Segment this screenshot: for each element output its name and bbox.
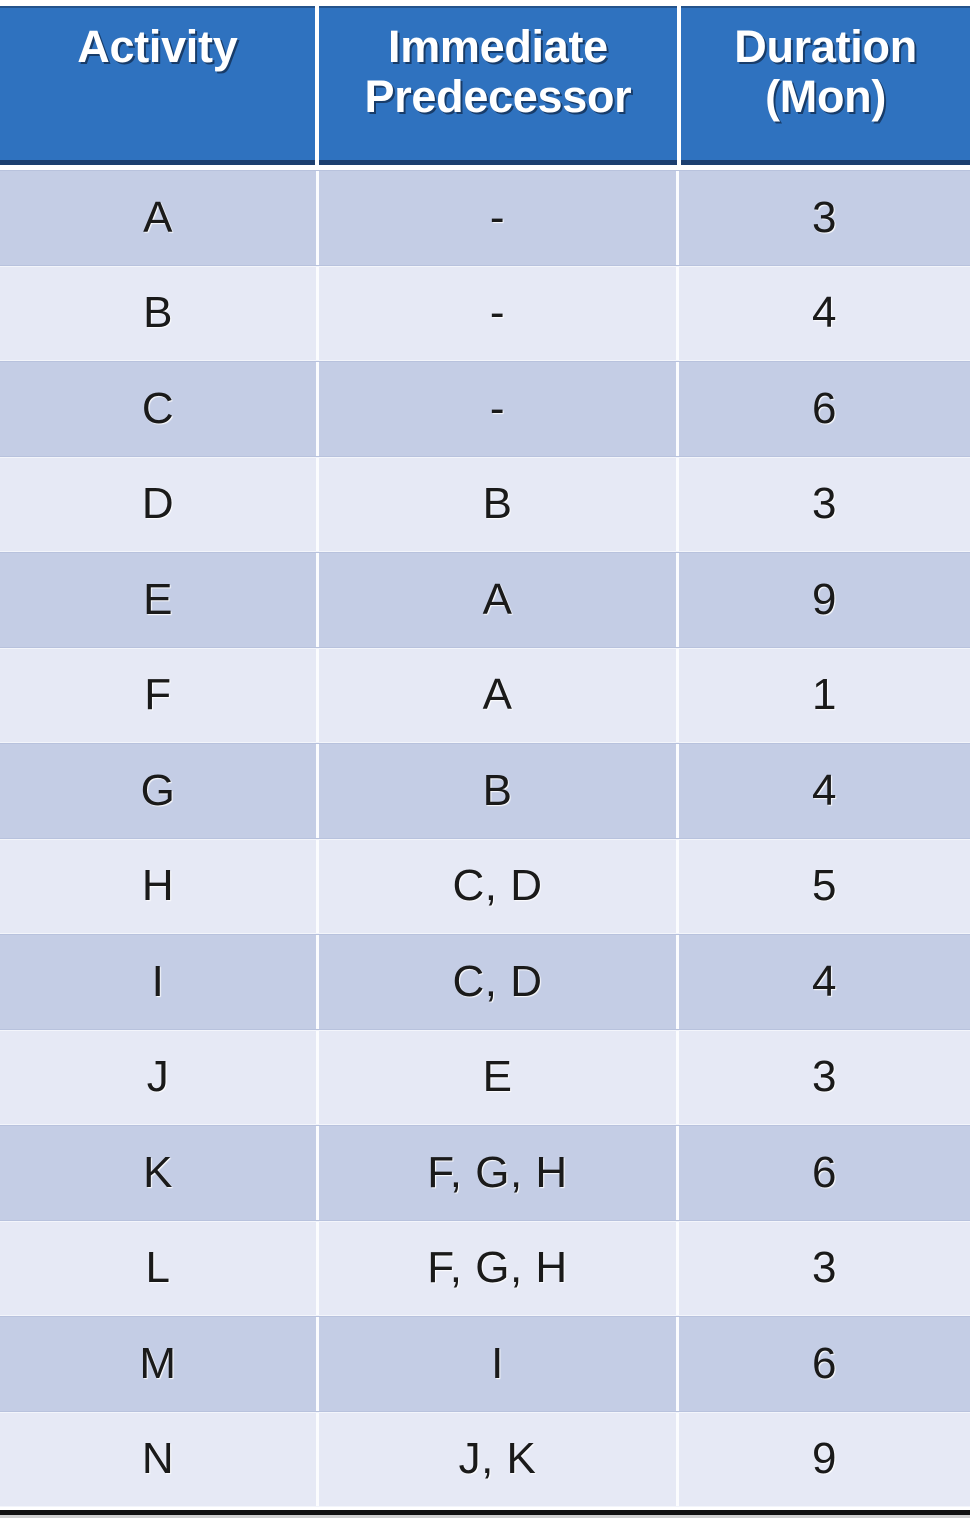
cell-duration: 4 — [676, 935, 970, 1029]
column-header-activity-label: Activity — [77, 21, 238, 72]
cell-duration: 3 — [676, 1030, 970, 1124]
table-row: MI6 — [0, 1316, 970, 1412]
table-row: A-3 — [0, 170, 970, 266]
table-row: L F, G, H3 — [0, 1220, 970, 1316]
table-row: FA1 — [0, 647, 970, 743]
table-row: C-6 — [0, 361, 970, 457]
cell-immediate-predecessor: F, G, H — [316, 1221, 676, 1315]
table-row: H C, D5 — [0, 838, 970, 934]
cell-immediate-predecessor: F, G, H — [316, 1126, 676, 1220]
table-row: K F, G, H6 — [0, 1125, 970, 1221]
cell-immediate-predecessor: - — [316, 266, 676, 360]
cell-activity: L — [0, 1221, 316, 1315]
table-body: A -3 B -4 C -6 D B 3 E A 9 F A 1 G B 4 H C, D 5 I C, D 4 J E 3 K F, … — [0, 170, 970, 1507]
cell-immediate-predecessor: B — [316, 744, 676, 838]
activity-table: Activity Immediate Predecessor Duration … — [0, 0, 970, 1530]
cell-immediate-predecessor: A — [316, 553, 676, 647]
table-row: EA9 — [0, 552, 970, 648]
table-bottom-rule-shadow — [0, 1515, 970, 1518]
cell-duration: 5 — [676, 839, 970, 933]
cell-duration: 3 — [676, 171, 970, 265]
cell-immediate-predecessor: B — [316, 457, 676, 551]
cell-activity: G — [0, 744, 316, 838]
column-header-immediate-predecessor-label: Immediate Predecessor — [364, 21, 632, 123]
table-row: B-4 — [0, 265, 970, 361]
table-row: JE3 — [0, 1029, 970, 1125]
table-row: N J, K9 — [0, 1411, 970, 1507]
cell-duration: 9 — [676, 553, 970, 647]
cell-activity: H — [0, 839, 316, 933]
cell-immediate-predecessor: - — [316, 362, 676, 456]
column-header-duration: Duration (Mon) — [681, 6, 970, 165]
cell-immediate-predecessor: C, D — [316, 935, 676, 1029]
table-row: I C, D4 — [0, 934, 970, 1030]
cell-activity: K — [0, 1126, 316, 1220]
column-header-immediate-predecessor: Immediate Predecessor — [318, 6, 678, 165]
cell-duration: 3 — [676, 1221, 970, 1315]
cell-duration: 4 — [676, 266, 970, 360]
cell-duration: 6 — [676, 1126, 970, 1220]
table-row: GB4 — [0, 743, 970, 839]
cell-duration: 3 — [676, 457, 970, 551]
cell-duration: 6 — [676, 1317, 970, 1411]
cell-activity: M — [0, 1317, 316, 1411]
table-row: DB3 — [0, 456, 970, 552]
cell-activity: J — [0, 1030, 316, 1124]
cell-immediate-predecessor: C, D — [316, 839, 676, 933]
cell-immediate-predecessor: J, K — [316, 1412, 676, 1506]
column-header-activity: Activity — [0, 6, 315, 165]
cell-immediate-predecessor: - — [316, 171, 676, 265]
cell-activity: A — [0, 171, 316, 265]
cell-immediate-predecessor: I — [316, 1317, 676, 1411]
cell-duration: 9 — [676, 1412, 970, 1506]
cell-activity: F — [0, 648, 316, 742]
cell-duration: 4 — [676, 744, 970, 838]
column-header-duration-label: Duration (Mon) — [734, 21, 917, 123]
cell-immediate-predecessor: E — [316, 1030, 676, 1124]
cell-duration: 1 — [676, 648, 970, 742]
cell-activity: D — [0, 457, 316, 551]
cell-activity: B — [0, 266, 316, 360]
table-header-row: Activity Immediate Predecessor Duration … — [0, 6, 970, 165]
cell-activity: C — [0, 362, 316, 456]
cell-duration: 6 — [676, 362, 970, 456]
cell-activity: N — [0, 1412, 316, 1506]
cell-activity: E — [0, 553, 316, 647]
cell-immediate-predecessor: A — [316, 648, 676, 742]
cell-activity: I — [0, 935, 316, 1029]
